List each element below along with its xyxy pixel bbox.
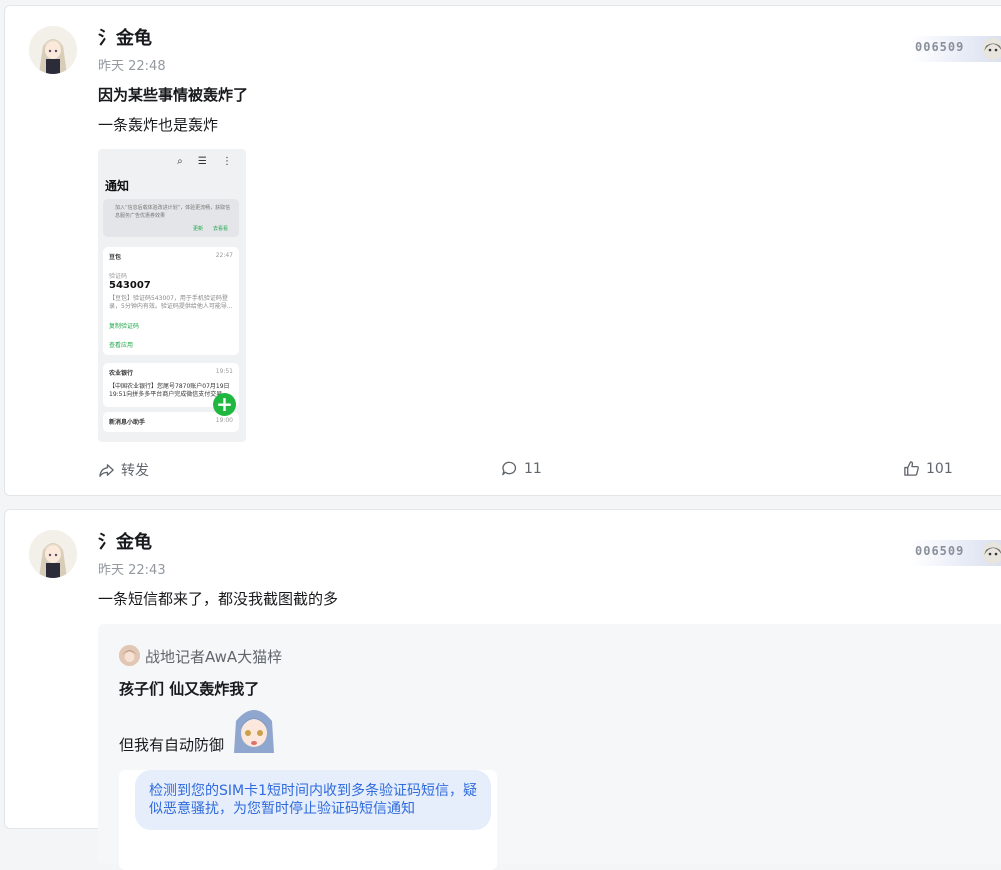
comment-icon: [502, 461, 517, 476]
screenshot-title: 通知: [105, 179, 130, 193]
share-button[interactable]: 转发: [98, 460, 149, 480]
avatar[interactable]: [29, 26, 77, 74]
post-card: 氵金龟 昨天 22:48 006509 因为某些事情被轰炸了 一条轰炸也是轰炸 …: [4, 5, 1001, 496]
avatar-image: [29, 26, 77, 74]
repost-title: 孩子们 仙又轰炸我了: [119, 680, 260, 698]
repost-author[interactable]: 战地记者AwA大猫梓: [145, 646, 282, 667]
repost-text: 但我有自动防御: [119, 736, 225, 754]
comment-button[interactable]: 11: [501, 460, 542, 477]
plus-icon: +: [213, 393, 236, 416]
fan-badge-number: 006509: [915, 544, 965, 558]
screenshot-notification-1: 豆包 22:47 验证码 543007 【豆包】验证码543007，用于手机验证码…: [103, 247, 239, 355]
post-card: 氵金龟 昨天 22:43 006509 一条短信都来了，都没我截图截的多 战地记…: [4, 509, 1001, 870]
username[interactable]: 氵金龟: [98, 24, 152, 50]
post-text: 一条短信都来了，都没我截图截的多: [98, 590, 339, 608]
repost-avatar[interactable]: [119, 645, 140, 666]
repost-image[interactable]: 检测到您的SIM卡1短时间内收到多条验证码短信，疑似恶意骚扰，为您暂时停止验证码…: [119, 770, 497, 870]
toolbar-icons: ⌕ ☰ ⋮: [177, 156, 238, 167]
share-icon: [99, 463, 114, 477]
badge-avatar-icon: [982, 38, 1001, 60]
sticker-image: [234, 710, 274, 753]
share-label: 转发: [121, 463, 149, 479]
avatar[interactable]: [29, 530, 77, 578]
username[interactable]: 氵金龟: [98, 528, 152, 554]
sms-bubble: 检测到您的SIM卡1短时间内收到多条验证码短信，疑似恶意骚扰，为您暂时停止验证码…: [135, 770, 491, 830]
like-count: 101: [926, 460, 953, 477]
screenshot-tip: 加入“信息后载体验改进计划”，体验更流畅，获取信息服务广告优惠券效果 更新 去看…: [103, 199, 239, 237]
like-icon: [904, 461, 919, 476]
fan-badge-number: 006509: [915, 40, 965, 54]
reposted-post[interactable]: 战地记者AwA大猫梓 孩子们 仙又轰炸我了 但我有自动防御 检测到您的SIM卡1…: [98, 624, 1001, 870]
badge-avatar-icon: [982, 542, 1001, 564]
like-button[interactable]: 101: [903, 460, 953, 477]
fan-badge[interactable]: 006509: [911, 540, 1001, 566]
post-image[interactable]: ⌕ ☰ ⋮ 通知 加入“信息后载体验改进计划”，体验更流畅，获取信息服务广告优惠…: [98, 149, 246, 442]
avatar-image: [29, 530, 77, 578]
post-time: 昨天 22:43: [98, 563, 166, 578]
post-title: 因为某些事情被轰炸了: [98, 86, 249, 104]
post-actions: 转发 11 101: [5, 460, 1001, 480]
post-time: 昨天 22:48: [98, 59, 166, 74]
fan-badge[interactable]: 006509: [911, 36, 1001, 62]
comment-count: 11: [524, 460, 542, 477]
repost-avatar-image: [119, 645, 140, 666]
post-text: 一条轰炸也是轰炸: [98, 116, 219, 134]
